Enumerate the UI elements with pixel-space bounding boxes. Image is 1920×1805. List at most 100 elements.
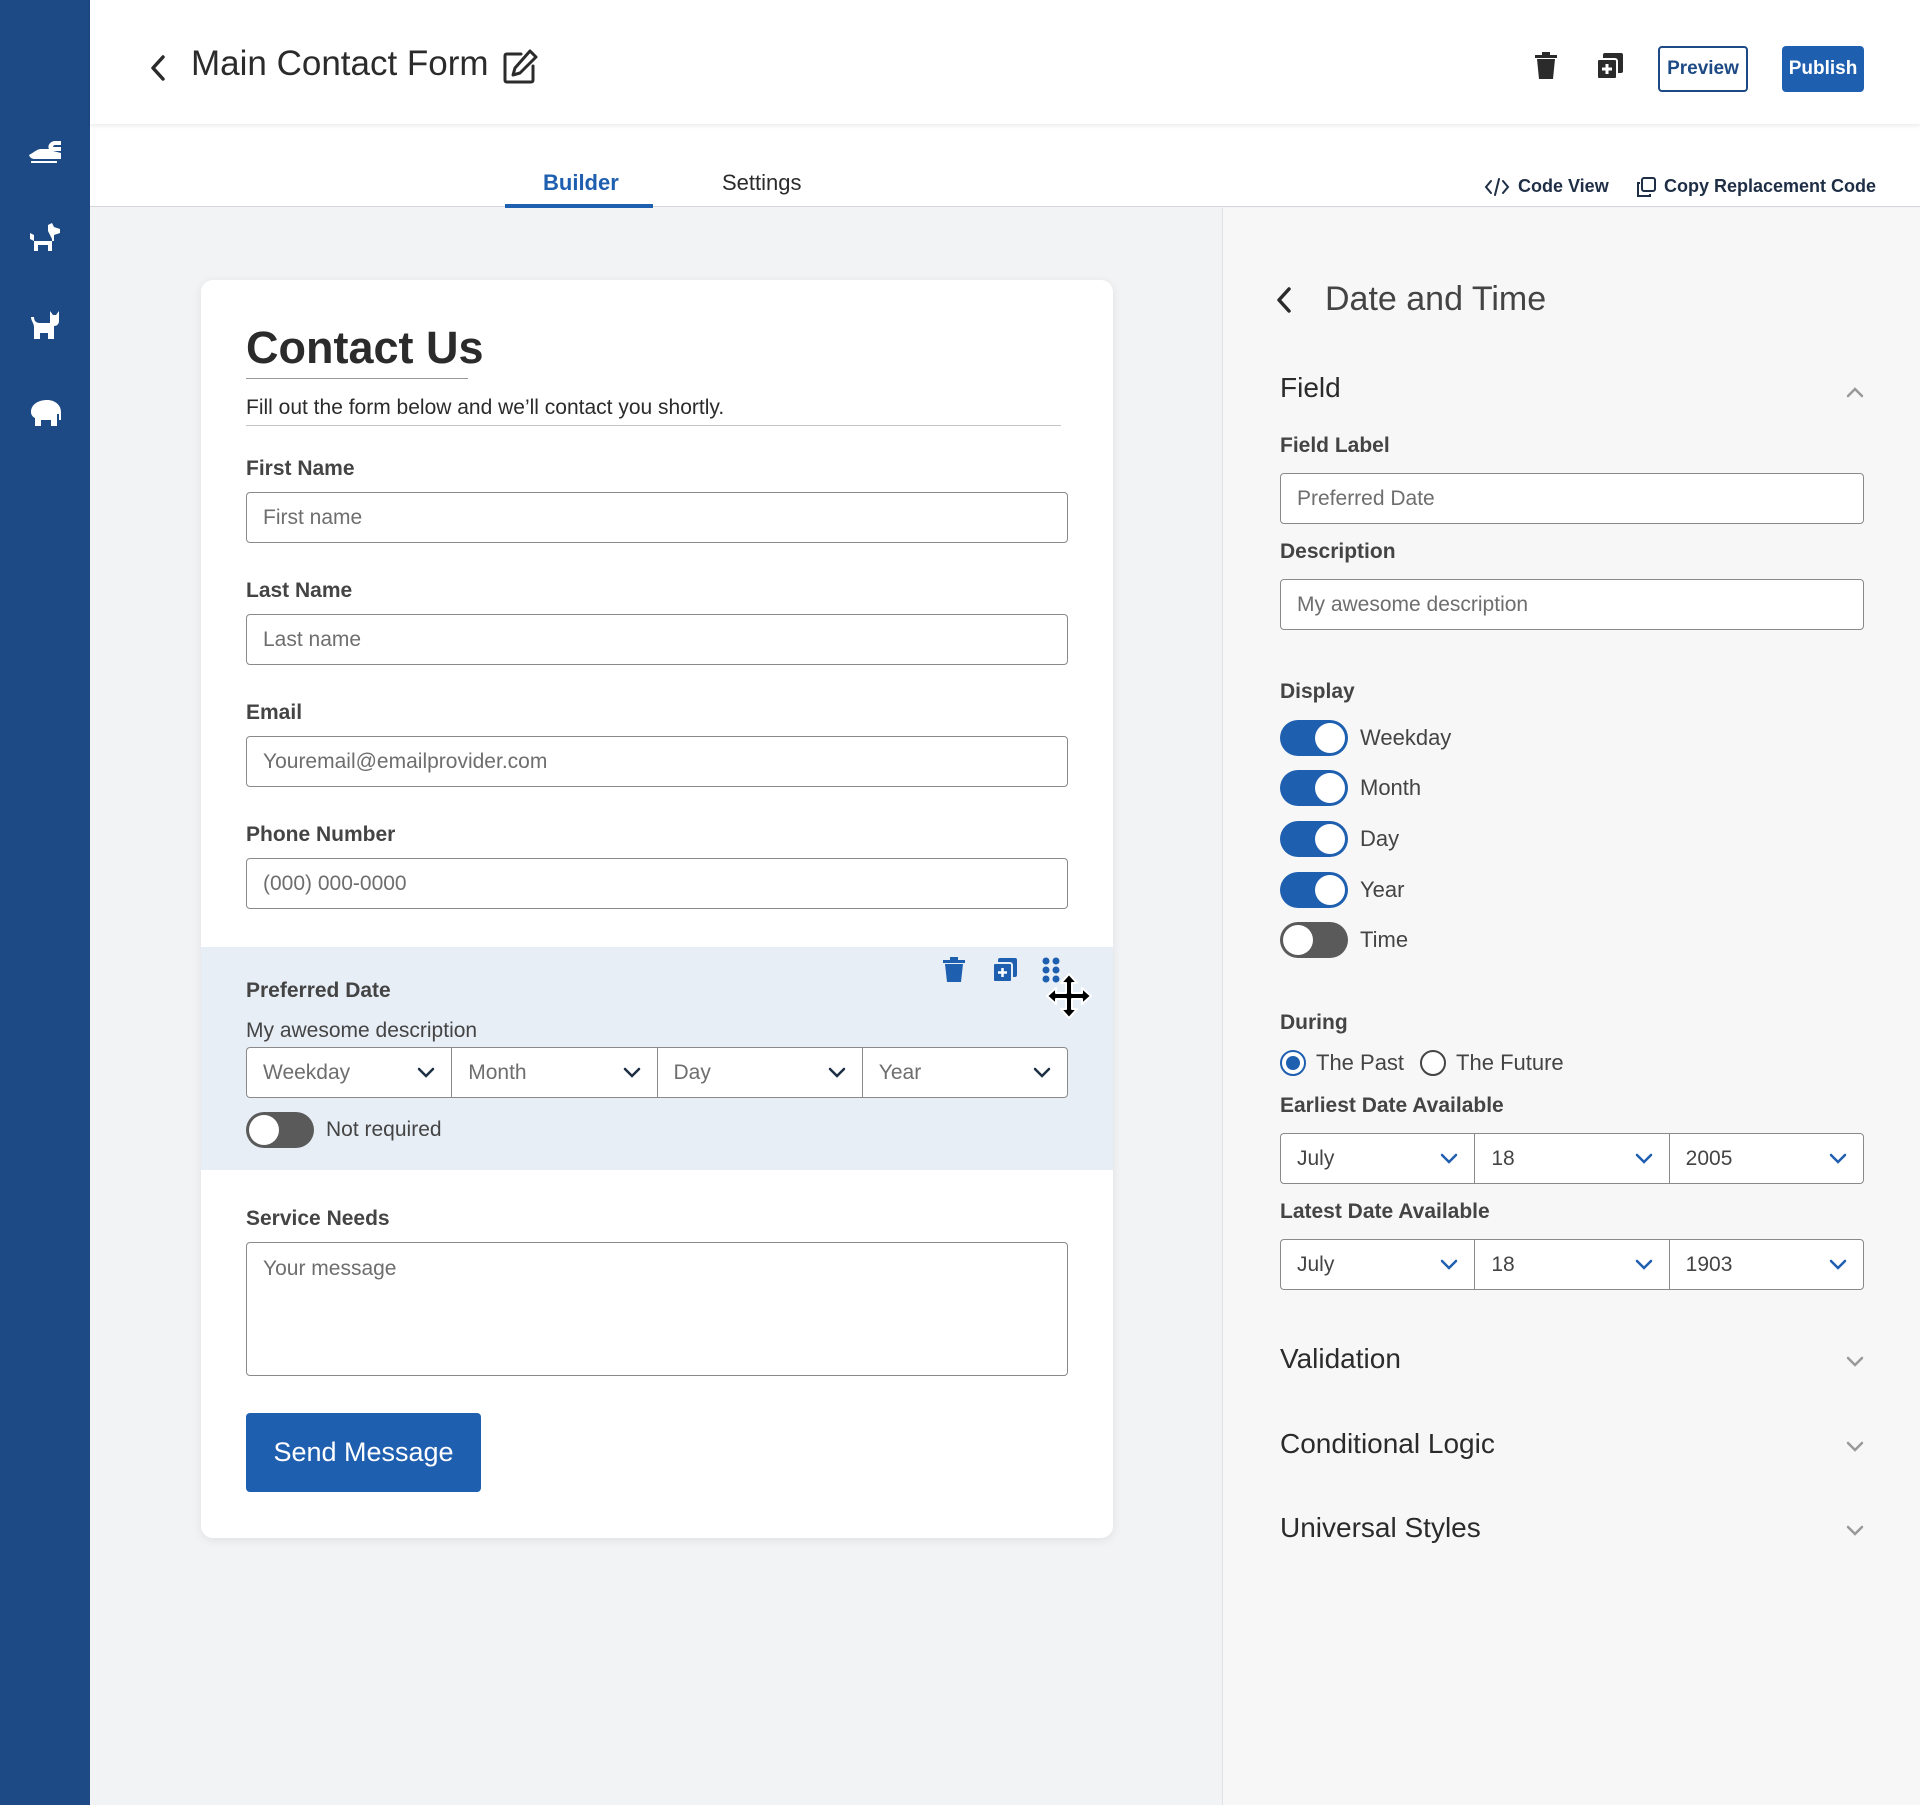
field-settings-panel: Date and Time Field Field Label Descript… — [1222, 208, 1920, 1805]
latest-day-select[interactable]: 18 — [1474, 1239, 1669, 1290]
required-row: Not required — [246, 1112, 442, 1148]
latest-month-select[interactable]: July — [1280, 1239, 1475, 1290]
edit-icon[interactable] — [501, 48, 541, 88]
time-toggle[interactable] — [1280, 922, 1348, 958]
required-toggle[interactable] — [246, 1112, 314, 1148]
active-tab-indicator — [505, 204, 653, 208]
toggle-knob — [1315, 824, 1345, 854]
form-title: Main Contact Form — [191, 44, 489, 83]
day-toggle-label: Day — [1360, 826, 1400, 851]
last-name-input[interactable] — [246, 614, 1068, 665]
chevron-left-icon — [151, 55, 165, 81]
code-view-label: Code View — [1518, 176, 1609, 196]
the-past-label: The Past — [1316, 1050, 1405, 1075]
date-select-row: Weekday Month Day Year — [246, 1047, 1068, 1098]
selected-date-field[interactable]: Preferred Date My awesome description We… — [201, 947, 1113, 1170]
copy-code-label: Copy Replacement Code — [1664, 176, 1877, 196]
day-select[interactable]: Day — [656, 1047, 862, 1098]
first-name-label: First Name — [246, 457, 355, 480]
elephant-icon[interactable] — [25, 393, 65, 433]
chevron-down-icon — [1441, 1259, 1458, 1270]
heading-underline — [246, 378, 468, 379]
copy-code-button[interactable]: Copy Replacement Code — [1636, 176, 1876, 197]
conditional-logic-section-title[interactable]: Conditional Logic — [1280, 1428, 1495, 1460]
dog-icon[interactable] — [25, 218, 65, 258]
description-label: Description — [1280, 540, 1396, 563]
field-trash-icon[interactable] — [942, 957, 970, 985]
hand-icon[interactable] — [25, 131, 65, 171]
last-name-label: Last Name — [246, 579, 353, 602]
chevron-down-icon[interactable] — [1843, 1349, 1867, 1373]
required-label: Not required — [326, 1118, 442, 1141]
first-name-input[interactable] — [246, 492, 1068, 543]
the-past-radio[interactable] — [1280, 1050, 1306, 1076]
earliest-month-value: July — [1297, 1146, 1335, 1170]
field-section-title[interactable]: Field — [1280, 372, 1341, 404]
service-needs-textarea[interactable] — [246, 1242, 1068, 1376]
send-message-button[interactable]: Send Message — [246, 1413, 481, 1492]
earliest-day-value: 18 — [1491, 1146, 1515, 1170]
earliest-year-value: 2005 — [1685, 1146, 1733, 1170]
chevron-down-icon — [1829, 1153, 1847, 1164]
display-year-row: Year — [1280, 872, 1404, 908]
month-select[interactable]: Month — [451, 1047, 657, 1098]
year-select-value: Year — [878, 1060, 922, 1084]
trash-icon[interactable] — [1534, 52, 1564, 86]
field-label-label: Field Label — [1280, 434, 1390, 457]
chevron-down-icon[interactable] — [1843, 1434, 1867, 1458]
toggle-knob — [249, 1115, 279, 1145]
validation-section-title[interactable]: Validation — [1280, 1343, 1401, 1375]
publish-button[interactable]: Publish — [1782, 46, 1864, 92]
universal-styles-section-title[interactable]: Universal Styles — [1280, 1512, 1481, 1544]
code-icon — [1484, 177, 1510, 196]
email-label: Email — [246, 701, 303, 724]
day-select-value: Day — [673, 1060, 711, 1084]
phone-input[interactable] — [246, 858, 1068, 909]
year-select[interactable]: Year — [861, 1047, 1068, 1098]
display-day-row: Day — [1280, 821, 1399, 857]
field-duplicate-icon[interactable] — [992, 957, 1020, 985]
radio-dot — [1286, 1056, 1300, 1070]
the-future-radio[interactable] — [1420, 1050, 1447, 1076]
description-input[interactable] — [1280, 579, 1864, 630]
chevron-down-icon — [1441, 1153, 1458, 1164]
tab-settings[interactable]: Settings — [722, 170, 802, 196]
divider — [246, 425, 1061, 426]
back-button[interactable] — [142, 50, 174, 86]
year-toggle[interactable] — [1280, 872, 1348, 908]
time-toggle-label: Time — [1360, 927, 1409, 952]
duplicate-icon[interactable] — [1596, 52, 1628, 86]
code-view-button[interactable]: Code View — [1484, 176, 1609, 197]
earliest-year-select[interactable]: 2005 — [1668, 1133, 1864, 1184]
latest-date-row: July 18 1903 — [1280, 1239, 1864, 1290]
tab-builder[interactable]: Builder — [543, 170, 619, 196]
panel-back-button[interactable] — [1275, 286, 1299, 316]
chevron-left-icon — [1277, 287, 1291, 313]
weekday-select-value: Weekday — [263, 1060, 351, 1084]
earliest-date-row: July 18 2005 — [1280, 1133, 1864, 1184]
latest-day-value: 18 — [1491, 1252, 1515, 1276]
chevron-down-icon[interactable] — [1843, 1518, 1867, 1542]
earliest-month-select[interactable]: July — [1280, 1133, 1475, 1184]
cat-icon[interactable] — [25, 306, 65, 346]
earliest-day-select[interactable]: 18 — [1474, 1133, 1669, 1184]
weekday-toggle[interactable] — [1280, 720, 1348, 756]
during-label: During — [1280, 1011, 1348, 1034]
chevron-down-icon — [1033, 1067, 1051, 1078]
latest-year-select[interactable]: 1903 — [1668, 1239, 1864, 1290]
display-month-row: Month — [1280, 770, 1421, 806]
earliest-date-label: Earliest Date Available — [1280, 1094, 1504, 1117]
latest-year-value: 1903 — [1685, 1252, 1733, 1276]
chevron-up-icon[interactable] — [1843, 380, 1867, 404]
email-input[interactable] — [246, 736, 1068, 787]
month-toggle[interactable] — [1280, 770, 1348, 806]
day-toggle[interactable] — [1280, 821, 1348, 857]
field-label-input[interactable] — [1280, 473, 1864, 524]
weekday-select[interactable]: Weekday — [246, 1047, 452, 1098]
form-subtitle: Fill out the form below and we’ll contac… — [246, 396, 725, 419]
sidebar — [0, 0, 90, 1805]
toggle-knob — [1315, 723, 1345, 753]
during-radio-group: The Past The Future — [1280, 1050, 1580, 1076]
preview-button[interactable]: Preview — [1658, 46, 1748, 92]
chevron-down-icon — [1635, 1153, 1652, 1164]
